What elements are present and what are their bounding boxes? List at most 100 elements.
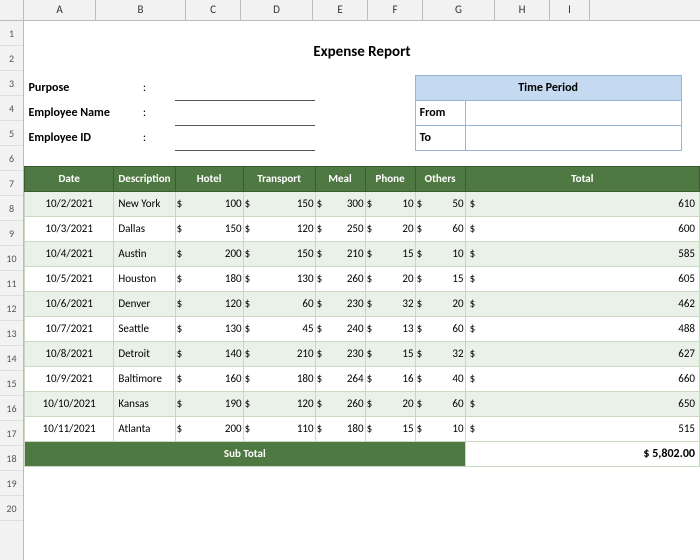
cell-desc[interactable]: Dallas xyxy=(114,216,175,241)
row-3 xyxy=(25,65,700,75)
row-num-18: 18 xyxy=(0,446,23,471)
spacer-5c xyxy=(681,100,699,125)
cell-dollar-transport: $45 xyxy=(243,316,315,341)
cell-desc[interactable]: Kansas xyxy=(114,391,175,416)
cell-total: $488 xyxy=(465,316,699,341)
col-header-description: Description xyxy=(114,166,175,191)
table-row: 10/9/2021Baltimore$160$180$264$16$40$660 xyxy=(25,366,700,391)
cell-date[interactable]: 10/10/2021 xyxy=(25,391,114,416)
cell-dollar-others: $10 xyxy=(415,416,465,441)
cell-dollar-phone: $32 xyxy=(365,291,415,316)
table-row: 10/11/2021Atlanta$200$110$180$15$10$515 xyxy=(25,416,700,441)
to-value[interactable] xyxy=(465,125,681,150)
cell-dollar-others: $20 xyxy=(415,291,465,316)
cell-dollar-others: $60 xyxy=(415,316,465,341)
cell-dollar-meal: $230 xyxy=(315,341,365,366)
cell-dollar-transport: $150 xyxy=(243,241,315,266)
cell-date[interactable]: 10/6/2021 xyxy=(25,291,114,316)
cell-date[interactable]: 10/4/2021 xyxy=(25,241,114,266)
cell-date[interactable]: 10/5/2021 xyxy=(25,266,114,291)
cell-desc[interactable]: Detroit xyxy=(114,341,175,366)
cell-date[interactable]: 10/7/2021 xyxy=(25,316,114,341)
cell-desc[interactable]: Seattle xyxy=(114,316,175,341)
cell-desc[interactable]: Houston xyxy=(114,266,175,291)
main-table: Expense Report Purpose : Time Period xyxy=(24,21,700,467)
cell-dollar-hotel: $150 xyxy=(175,216,243,241)
table-row: 10/7/2021Seattle$130$45$240$13$60$488 xyxy=(25,316,700,341)
time-period-header: Time Period xyxy=(415,75,681,100)
spacer-6c xyxy=(681,125,699,150)
row-num-13: 13 xyxy=(0,321,23,346)
cell-total: $627 xyxy=(465,341,699,366)
row-num-3: 3 xyxy=(0,71,23,96)
cell-dollar-transport: $120 xyxy=(243,216,315,241)
report-title: Expense Report xyxy=(25,39,700,65)
column-headers: ABCDEFGHI xyxy=(0,0,700,21)
cell-total: $605 xyxy=(465,266,699,291)
spacer-4c xyxy=(681,75,699,100)
row-7 xyxy=(25,150,700,158)
row-num-15: 15 xyxy=(0,371,23,396)
spacer-5a xyxy=(315,100,365,125)
row-num-10: 10 xyxy=(0,246,23,271)
employee-id-value[interactable] xyxy=(175,125,315,150)
cell-total: $600 xyxy=(465,216,699,241)
cell-dollar-phone: $16 xyxy=(365,366,415,391)
cell-date[interactable]: 10/8/2021 xyxy=(25,341,114,366)
cell-dollar-transport: $130 xyxy=(243,266,315,291)
col-header-E: E xyxy=(313,0,368,20)
cell-date[interactable]: 10/3/2021 xyxy=(25,216,114,241)
subtotal-row: Sub Total$ 5,802.00 xyxy=(25,441,700,466)
cell-desc[interactable]: Baltimore xyxy=(114,366,175,391)
col-header-transport: Transport xyxy=(243,166,315,191)
cell-dollar-transport: $180 xyxy=(243,366,315,391)
cell-dollar-phone: $15 xyxy=(365,341,415,366)
cell-total: $585 xyxy=(465,241,699,266)
table-row: 10/5/2021Houston$180$130$260$20$15$605 xyxy=(25,266,700,291)
spacer-4a xyxy=(315,75,365,100)
col-header-H: H xyxy=(495,0,550,20)
row-num-17: 17 xyxy=(0,421,23,446)
row-num-12: 12 xyxy=(0,296,23,321)
cell-desc[interactable]: Denver xyxy=(114,291,175,316)
cell-desc[interactable]: New York xyxy=(114,191,175,216)
table-row: 10/8/2021Detroit$140$210$230$15$32$627 xyxy=(25,341,700,366)
cell-dollar-meal: $260 xyxy=(315,391,365,416)
cell-desc[interactable]: Atlanta xyxy=(114,416,175,441)
cell-total: $515 xyxy=(465,416,699,441)
from-label: From xyxy=(415,100,465,125)
cell-dollar-others: $32 xyxy=(415,341,465,366)
cell-dollar-hotel: $190 xyxy=(175,391,243,416)
spacer-6b xyxy=(365,125,415,150)
col-header-hotel: Hotel xyxy=(175,166,243,191)
employee-name-label: Employee Name xyxy=(25,100,114,125)
row-num-11: 11 xyxy=(0,271,23,296)
cell-dollar-hotel: $100 xyxy=(175,191,243,216)
purpose-value[interactable] xyxy=(175,75,315,100)
row-num-9: 9 xyxy=(0,221,23,246)
cell-date[interactable]: 10/9/2021 xyxy=(25,366,114,391)
cell-dollar-hotel: $130 xyxy=(175,316,243,341)
table-row: 10/4/2021Austin$200$150$210$15$10$585 xyxy=(25,241,700,266)
row-num-14: 14 xyxy=(0,346,23,371)
cell-dollar-hotel: $160 xyxy=(175,366,243,391)
col-header-C: C xyxy=(186,0,241,20)
cell-date[interactable]: 10/11/2021 xyxy=(25,416,114,441)
from-value[interactable] xyxy=(465,100,681,125)
row-employee-id: Employee ID : To xyxy=(25,125,700,150)
cell-dollar-phone: $10 xyxy=(365,191,415,216)
table-row: 10/3/2021Dallas$150$120$250$20$60$600 xyxy=(25,216,700,241)
row-num-7: 7 xyxy=(0,171,23,196)
employee-name-value[interactable] xyxy=(175,100,315,125)
cell-dollar-phone: $20 xyxy=(365,266,415,291)
cell-date[interactable]: 10/2/2021 xyxy=(25,191,114,216)
cell-dollar-transport: $120 xyxy=(243,391,315,416)
cell-dollar-meal: $300 xyxy=(315,191,365,216)
col-header-date: Date xyxy=(25,166,114,191)
col-header-A: A xyxy=(24,0,96,20)
row-num-5: 5 xyxy=(0,121,23,146)
cell-dollar-meal: $240 xyxy=(315,316,365,341)
subtotal-amount: $ 5,802.00 xyxy=(465,441,699,466)
cell-dollar-others: $10 xyxy=(415,241,465,266)
cell-desc[interactable]: Austin xyxy=(114,241,175,266)
